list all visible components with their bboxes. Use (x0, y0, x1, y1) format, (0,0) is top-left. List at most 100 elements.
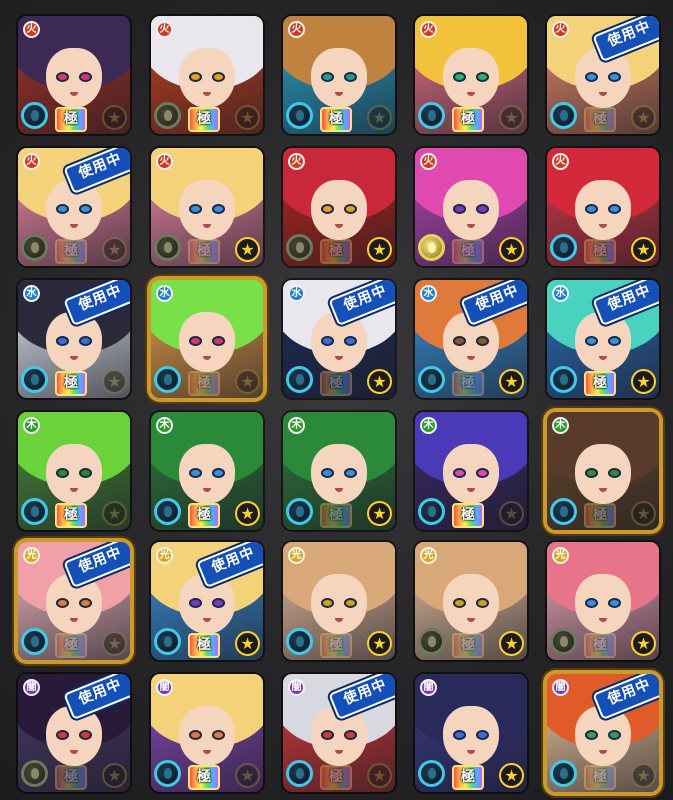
portrait-eye (585, 730, 598, 740)
monster-card[interactable]: 木極 ★ (151, 412, 263, 530)
portrait-eye (453, 336, 466, 346)
star-icon: ★ (102, 631, 127, 656)
portrait-mouth (70, 488, 78, 492)
monster-card[interactable]: 光使用中極 ★ (18, 542, 130, 660)
luck-orb-icon (418, 366, 445, 393)
ultimate-plate-icon: 極 (320, 503, 352, 528)
star-icon: ★ (367, 237, 392, 262)
portrait-eye (189, 468, 202, 478)
star-icon: ★ (102, 763, 127, 788)
portrait-eye (608, 730, 621, 740)
luck-orb-icon (550, 234, 577, 261)
monster-card[interactable]: 闇使用中極 ★ (283, 674, 395, 792)
monster-card[interactable]: 光極 ★ (547, 542, 659, 660)
luck-orb-icon (21, 366, 48, 393)
monster-card[interactable]: 水極 ★ (151, 280, 263, 398)
portrait-eye (344, 72, 357, 82)
luck-orb-icon (21, 102, 48, 129)
portrait-face (179, 312, 235, 372)
ultimate-plate-icon: 極 (452, 239, 484, 264)
portrait-eye (56, 336, 69, 346)
star-icon: ★ (235, 763, 260, 788)
fire-attribute-icon: 火 (288, 21, 305, 38)
monster-card[interactable]: 木極 ★ (18, 412, 130, 530)
monster-card[interactable]: 光極 ★ (415, 542, 527, 660)
fire-attribute-icon: 火 (552, 21, 569, 38)
monster-card[interactable]: 木極 ★ (283, 412, 395, 530)
wood-attribute-icon: 木 (420, 417, 437, 434)
portrait-mouth (467, 488, 475, 492)
fire-attribute-icon: 火 (420, 21, 437, 38)
portrait-mouth (70, 750, 78, 754)
monster-card[interactable]: 水使用中極 ★ (415, 280, 527, 398)
portrait-eye (344, 204, 357, 214)
portrait-eye (56, 72, 69, 82)
portrait-eye (344, 468, 357, 478)
portrait-eye (585, 336, 598, 346)
ultimate-plate-icon: 極 (188, 765, 220, 790)
monster-card[interactable]: 水使用中極 ★ (283, 280, 395, 398)
portrait-mouth (599, 488, 607, 492)
monster-card[interactable]: 闇使用中極 ★ (547, 674, 659, 792)
monster-card[interactable]: 水使用中極 ★ (547, 280, 659, 398)
star-icon: ★ (235, 237, 260, 262)
star-icon: ★ (499, 631, 524, 656)
water-attribute-icon: 水 (420, 285, 437, 302)
luck-orb-icon (21, 628, 48, 655)
monster-card[interactable]: 火極 ★ (151, 16, 263, 134)
light-attribute-icon: 光 (420, 547, 437, 564)
portrait-face (179, 444, 235, 504)
portrait-eye (212, 204, 225, 214)
portrait-face (311, 48, 367, 108)
portrait-eye (476, 204, 489, 214)
luck-orb-icon (550, 628, 577, 655)
luck-orb-icon (550, 498, 577, 525)
star-icon: ★ (102, 105, 127, 130)
portrait-eye (321, 730, 334, 740)
portrait-face (46, 444, 102, 504)
luck-orb-icon (286, 628, 313, 655)
luck-orb-icon (286, 498, 313, 525)
ultimate-plate-icon: 極 (55, 371, 87, 396)
monster-card[interactable]: 木極 ★ (547, 412, 659, 530)
portrait-face (443, 444, 499, 504)
monster-card[interactable]: 火極 ★ (18, 16, 130, 134)
portrait-eye (476, 468, 489, 478)
portrait-face (575, 180, 631, 240)
portrait-face (311, 180, 367, 240)
monster-card[interactable]: 光極 ★ (283, 542, 395, 660)
light-attribute-icon: 光 (156, 547, 173, 564)
luck-orb-icon (154, 760, 181, 787)
star-icon: ★ (367, 501, 392, 526)
monster-card[interactable]: 火極 ★ (151, 148, 263, 266)
monster-card[interactable]: 火極 ★ (415, 16, 527, 134)
star-icon: ★ (499, 237, 524, 262)
star-icon: ★ (631, 631, 656, 656)
portrait-eye (608, 336, 621, 346)
star-icon: ★ (367, 631, 392, 656)
portrait-eye (212, 598, 225, 608)
monster-card[interactable]: 闇極 ★ (415, 674, 527, 792)
monster-card[interactable]: 光使用中極 ★ (151, 542, 263, 660)
portrait-mouth (203, 750, 211, 754)
monster-card[interactable]: 火極 ★ (415, 148, 527, 266)
monster-card[interactable]: 火使用中極 ★ (547, 16, 659, 134)
monster-card[interactable]: 木極 ★ (415, 412, 527, 530)
monster-card[interactable]: 闇極 ★ (151, 674, 263, 792)
portrait-eye (79, 730, 92, 740)
portrait-face (575, 574, 631, 634)
portrait-eye (476, 598, 489, 608)
ultimate-plate-icon: 極 (188, 371, 220, 396)
ultimate-plate-icon: 極 (452, 503, 484, 528)
portrait-eye (453, 468, 466, 478)
monster-card[interactable]: 水使用中極 ★ (18, 280, 130, 398)
portrait-eye (79, 598, 92, 608)
portrait-mouth (70, 356, 78, 360)
monster-card[interactable]: 火極 ★ (283, 16, 395, 134)
monster-card[interactable]: 火極 ★ (547, 148, 659, 266)
portrait-eye (321, 204, 334, 214)
monster-card[interactable]: 闇使用中極 ★ (18, 674, 130, 792)
monster-card[interactable]: 火使用中極 ★ (18, 148, 130, 266)
portrait-mouth (467, 618, 475, 622)
monster-card[interactable]: 火極 ★ (283, 148, 395, 266)
